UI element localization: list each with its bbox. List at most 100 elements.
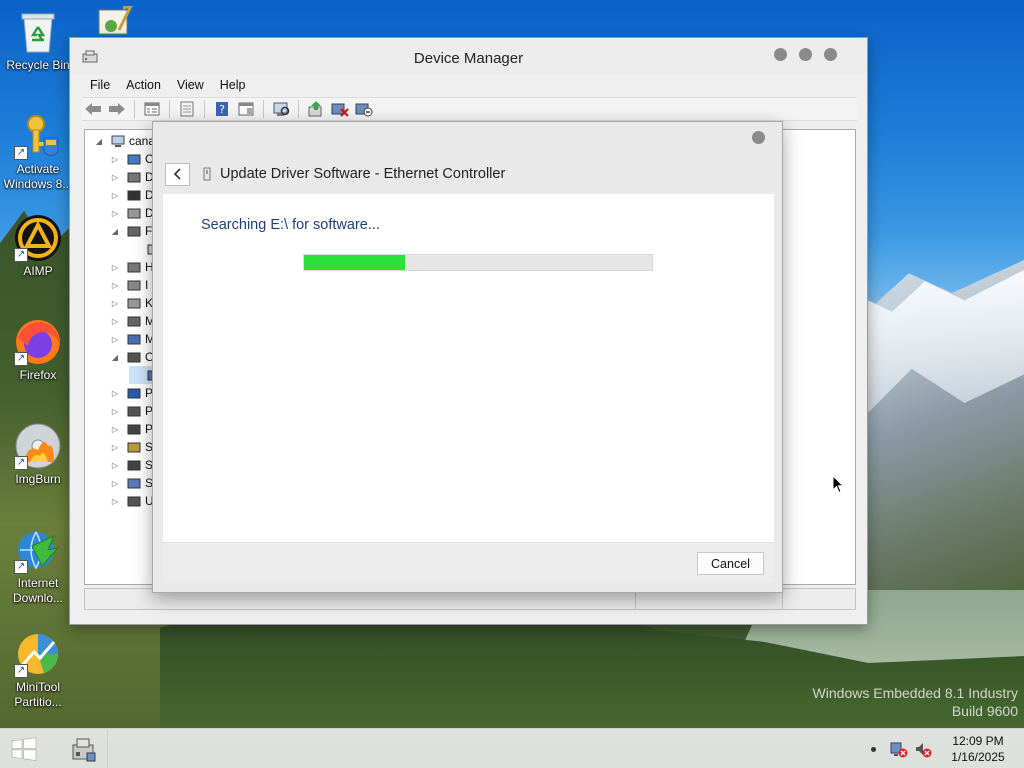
chevron-left-icon bbox=[173, 168, 181, 180]
search-status-text: Searching E:\ for software... bbox=[201, 217, 380, 233]
collapsed-arrow-icon[interactable]: ▷ bbox=[109, 497, 121, 506]
tree-item[interactable]: ▷ P bbox=[109, 402, 153, 420]
tree-item[interactable]: ◢ F bbox=[109, 222, 152, 240]
watermark-edition: Windows Embedded 8.1 Industry bbox=[812, 685, 1018, 701]
disable-icon[interactable] bbox=[355, 100, 373, 118]
desktop-icon-minitool[interactable]: ↗ MiniTool Partitio... bbox=[0, 630, 76, 710]
progress-fill bbox=[304, 255, 405, 270]
tree-item[interactable]: ▷ P bbox=[109, 420, 153, 438]
computer-icon bbox=[111, 135, 125, 147]
desktop-icon-imgburn[interactable]: ↗ ImgBurn bbox=[0, 422, 76, 487]
tree-item[interactable]: ▷ K bbox=[109, 294, 153, 312]
tree-item[interactable]: ◢ O bbox=[109, 348, 154, 366]
sound-icon bbox=[127, 442, 141, 452]
dialog-footer: Cancel bbox=[163, 542, 774, 582]
taskbar-clock[interactable]: 12:09 PM 1/16/2025 bbox=[942, 733, 1014, 765]
hid-icon bbox=[127, 262, 141, 272]
action-view-icon[interactable] bbox=[237, 100, 255, 118]
desktop-icon-notepad[interactable] bbox=[88, 6, 138, 38]
update-driver-icon[interactable] bbox=[307, 100, 325, 118]
tree-item[interactable]: ▷ U bbox=[109, 492, 154, 510]
shortcut-arrow-icon: ↗ bbox=[14, 352, 28, 366]
network-status-icon[interactable] bbox=[890, 740, 908, 758]
toolbar: ? bbox=[82, 97, 857, 121]
back-button[interactable] bbox=[165, 162, 190, 186]
taskbar-device-manager[interactable] bbox=[58, 730, 108, 768]
tree-item[interactable]: ▷ M bbox=[109, 330, 155, 348]
tree-item[interactable]: ▷ S bbox=[109, 438, 153, 456]
device-manager-titlebar[interactable]: Device Manager bbox=[70, 38, 867, 74]
dialog-header: Update Driver Software - Ethernet Contro… bbox=[165, 162, 505, 186]
watermark-build: Build 9600 bbox=[951, 703, 1018, 719]
collapsed-arrow-icon[interactable]: ▷ bbox=[109, 281, 121, 290]
help-icon[interactable]: ? bbox=[213, 100, 231, 118]
collapsed-arrow-icon[interactable]: ▷ bbox=[109, 299, 121, 308]
expanded-arrow-icon[interactable]: ◢ bbox=[109, 227, 121, 236]
collapsed-arrow-icon[interactable]: ▷ bbox=[109, 317, 121, 326]
collapsed-arrow-icon[interactable]: ▷ bbox=[109, 443, 121, 452]
desktop-icon-label: MiniTool Partitio... bbox=[14, 680, 62, 709]
desktop-icon-recycle-bin[interactable]: Recycle Bin bbox=[0, 8, 76, 73]
menu-help[interactable]: Help bbox=[212, 78, 254, 92]
tree-item[interactable]: ▷ I bbox=[109, 276, 148, 294]
recycle-bin-icon bbox=[14, 8, 62, 56]
tree-item[interactable]: ▷ H bbox=[109, 258, 154, 276]
firefox-icon: ↗ bbox=[14, 318, 62, 366]
menu-file[interactable]: File bbox=[82, 78, 118, 92]
desktop-icon-activate-windows[interactable]: ↗ Activate Windows 8... bbox=[0, 112, 76, 192]
menu-view[interactable]: View bbox=[169, 78, 212, 92]
collapsed-arrow-icon[interactable]: ▷ bbox=[109, 335, 121, 344]
svg-text:?: ? bbox=[219, 103, 225, 116]
maximize-button[interactable] bbox=[799, 48, 812, 61]
desktop-icon-firefox[interactable]: ↗ Firefox bbox=[0, 318, 76, 383]
show-hide-icon[interactable] bbox=[178, 100, 196, 118]
shortcut-arrow-icon: ↗ bbox=[14, 456, 28, 470]
clock-time: 12:09 PM bbox=[952, 734, 1004, 748]
mouse-cursor-icon bbox=[832, 475, 844, 494]
tree-item[interactable]: ▷ D bbox=[109, 204, 154, 222]
collapsed-arrow-icon[interactable]: ▷ bbox=[109, 191, 121, 200]
close-button[interactable] bbox=[824, 48, 837, 61]
dialog-close-button[interactable] bbox=[752, 131, 765, 144]
expanded-arrow-icon[interactable]: ◢ bbox=[109, 353, 121, 362]
desktop-icon-internet-download-manager[interactable]: ↗ Internet Downlo... bbox=[0, 526, 76, 606]
toolbar-separator bbox=[298, 100, 299, 118]
ports-icon bbox=[127, 388, 141, 398]
tree-root[interactable]: ◢ cana bbox=[93, 132, 155, 150]
tree-item[interactable]: ▷ M bbox=[109, 312, 155, 330]
uninstall-icon[interactable] bbox=[331, 100, 349, 118]
desktop-icon-aimp[interactable]: ↗ AIMP bbox=[0, 214, 76, 279]
tree-item[interactable]: ▷ S bbox=[109, 456, 153, 474]
desktop-icon-label: Firefox bbox=[19, 368, 57, 382]
volume-muted-icon[interactable] bbox=[914, 740, 932, 758]
tray-overflow-icon[interactable] bbox=[871, 746, 876, 752]
menu-action[interactable]: Action bbox=[118, 78, 169, 92]
collapsed-arrow-icon[interactable]: ▷ bbox=[109, 479, 121, 488]
scan-hardware-icon[interactable] bbox=[272, 100, 290, 118]
collapsed-arrow-icon[interactable]: ▷ bbox=[109, 173, 121, 182]
back-icon[interactable] bbox=[84, 100, 102, 118]
tree-item[interactable]: ▷ P bbox=[109, 384, 153, 402]
collapsed-arrow-icon[interactable]: ▷ bbox=[109, 209, 121, 218]
collapsed-arrow-icon[interactable]: ▷ bbox=[109, 461, 121, 470]
tree-item[interactable]: ▷ C bbox=[109, 150, 154, 168]
collapsed-arrow-icon[interactable]: ▷ bbox=[109, 389, 121, 398]
desktop-icon-label: Recycle Bin bbox=[6, 58, 70, 72]
tree-item[interactable]: ▷ D bbox=[109, 186, 154, 204]
forward-icon[interactable] bbox=[108, 100, 126, 118]
aimp-icon: ↗ bbox=[14, 214, 62, 262]
shortcut-arrow-icon: ↗ bbox=[14, 664, 28, 678]
start-button[interactable] bbox=[10, 737, 38, 761]
ethernet-device-icon bbox=[203, 167, 211, 181]
collapsed-arrow-icon[interactable]: ▷ bbox=[109, 407, 121, 416]
tree-item[interactable]: ▷ D bbox=[109, 168, 154, 186]
device-manager-title: Device Manager bbox=[413, 50, 524, 67]
minimize-button[interactable] bbox=[774, 48, 787, 61]
collapsed-arrow-icon[interactable]: ▷ bbox=[109, 155, 121, 164]
minitool-partition-icon: ↗ bbox=[14, 630, 62, 678]
collapsed-arrow-icon[interactable]: ▷ bbox=[109, 263, 121, 272]
collapsed-arrow-icon[interactable]: ▷ bbox=[109, 425, 121, 434]
tree-item[interactable]: ▷ S bbox=[109, 474, 153, 492]
properties-icon[interactable] bbox=[143, 100, 161, 118]
cancel-button[interactable]: Cancel bbox=[697, 552, 764, 575]
